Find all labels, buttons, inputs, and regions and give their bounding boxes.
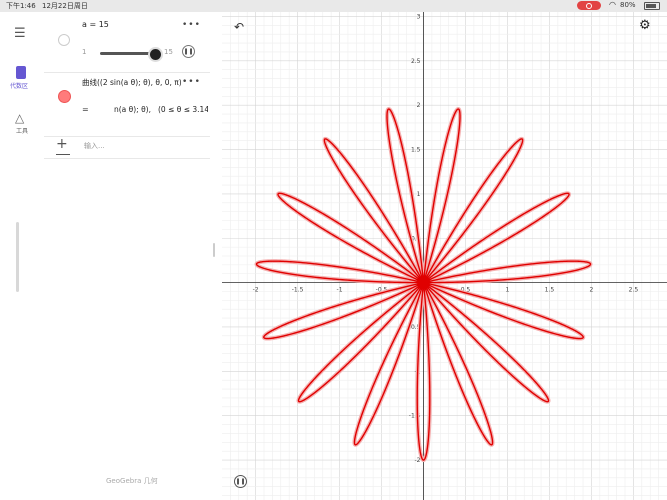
curve-definition[interactable]: 曲线((2 sin(a θ); θ), θ, 0, π) xyxy=(82,77,182,88)
app-footer: GeoGebra 几何 xyxy=(106,477,158,485)
plus-underline xyxy=(56,154,70,155)
status-date: 12月22日周日 xyxy=(42,2,88,10)
menu-icon[interactable]: ☰ xyxy=(14,26,26,41)
curve-expression: n(a θ); θ), xyxy=(114,105,151,114)
more-options-icon[interactable]: ••• xyxy=(182,77,201,87)
y-tick-label: 1 xyxy=(417,191,421,198)
pause-icon[interactable]: ❚❚ xyxy=(182,45,195,58)
curve-row[interactable]: 曲线((2 sin(a θ); θ), θ, 0, π) ••• = n(a θ… xyxy=(44,72,210,137)
undo-icon[interactable]: ↶ xyxy=(234,20,244,34)
graph-canvas[interactable]: -2 -1.5 -1 -0.5 0.5 1 1.5 2 2.532.521.510.5-0.5-… xyxy=(222,12,667,500)
more-options-icon[interactable]: ••• xyxy=(182,20,201,30)
x-tick-label: -1 xyxy=(337,287,343,294)
input-row[interactable]: + 输入... xyxy=(44,136,210,159)
visibility-toggle-red[interactable] xyxy=(58,90,71,103)
slider-knob[interactable] xyxy=(148,47,163,62)
plus-icon[interactable]: + xyxy=(56,136,68,152)
graphics-view[interactable]: -2 -1.5 -1 -0.5 0.5 1 1.5 2 2.5 3 2.5 2 1.5 1 0.5 -0.5-… xyxy=(222,12,667,500)
calculator-icon[interactable] xyxy=(16,66,26,79)
y-tick-label: 3 xyxy=(417,13,421,20)
visibility-toggle-empty[interactable] xyxy=(58,34,70,46)
screen-record-icon[interactable] xyxy=(577,1,601,10)
battery-percent: 80% xyxy=(620,1,636,9)
rail-scrollbar[interactable] xyxy=(16,222,19,292)
y-tick-label: 2 xyxy=(417,102,421,109)
slider-max: 15 xyxy=(164,48,173,56)
status-bar: 下午1:46 12月22日周日 ◠ 80% xyxy=(0,0,667,12)
status-time: 下午1:46 xyxy=(6,2,36,10)
wifi-icon: ◠ xyxy=(609,0,616,9)
x-tick-label: -2 xyxy=(253,287,259,294)
y-tick-label: 2.5 xyxy=(411,58,421,65)
x-tick-label: -1.5 xyxy=(292,287,304,294)
slider-min: 1 xyxy=(82,48,87,56)
slider-expression[interactable]: a = 15 xyxy=(82,20,109,29)
slider-track[interactable] xyxy=(100,52,154,55)
tools-icon[interactable]: △ xyxy=(15,111,24,125)
battery-icon xyxy=(644,2,660,10)
curve-equals: = xyxy=(82,105,89,114)
tools-tab-label[interactable]: 工具 xyxy=(16,126,28,135)
algebra-input[interactable]: 输入... xyxy=(84,141,105,151)
y-tick-label: 1.5 xyxy=(411,147,421,154)
slider-row[interactable]: a = 15 ••• 1 15 ❚❚ xyxy=(44,12,210,73)
algebra-tab-label[interactable]: 代数区 xyxy=(10,81,28,90)
gear-icon[interactable]: ⚙ xyxy=(639,18,651,33)
curve-range: (0 ≤ θ ≤ 3.14 xyxy=(158,105,208,114)
side-rail: ☰ 代数区 △ 工具 xyxy=(0,12,45,500)
algebra-panel: a = 15 ••• 1 15 ❚❚ 曲线((2 sin(a θ); θ), θ… xyxy=(44,12,220,500)
pause-icon[interactable]: ❚❚ xyxy=(234,475,247,488)
panel-resize-handle[interactable] xyxy=(213,243,215,257)
x-tick-label: 1.5 xyxy=(545,287,555,294)
x-tick-label: 2 xyxy=(590,287,594,294)
x-tick-label: 1 xyxy=(506,287,510,294)
x-tick-label: 2.5 xyxy=(629,287,639,294)
